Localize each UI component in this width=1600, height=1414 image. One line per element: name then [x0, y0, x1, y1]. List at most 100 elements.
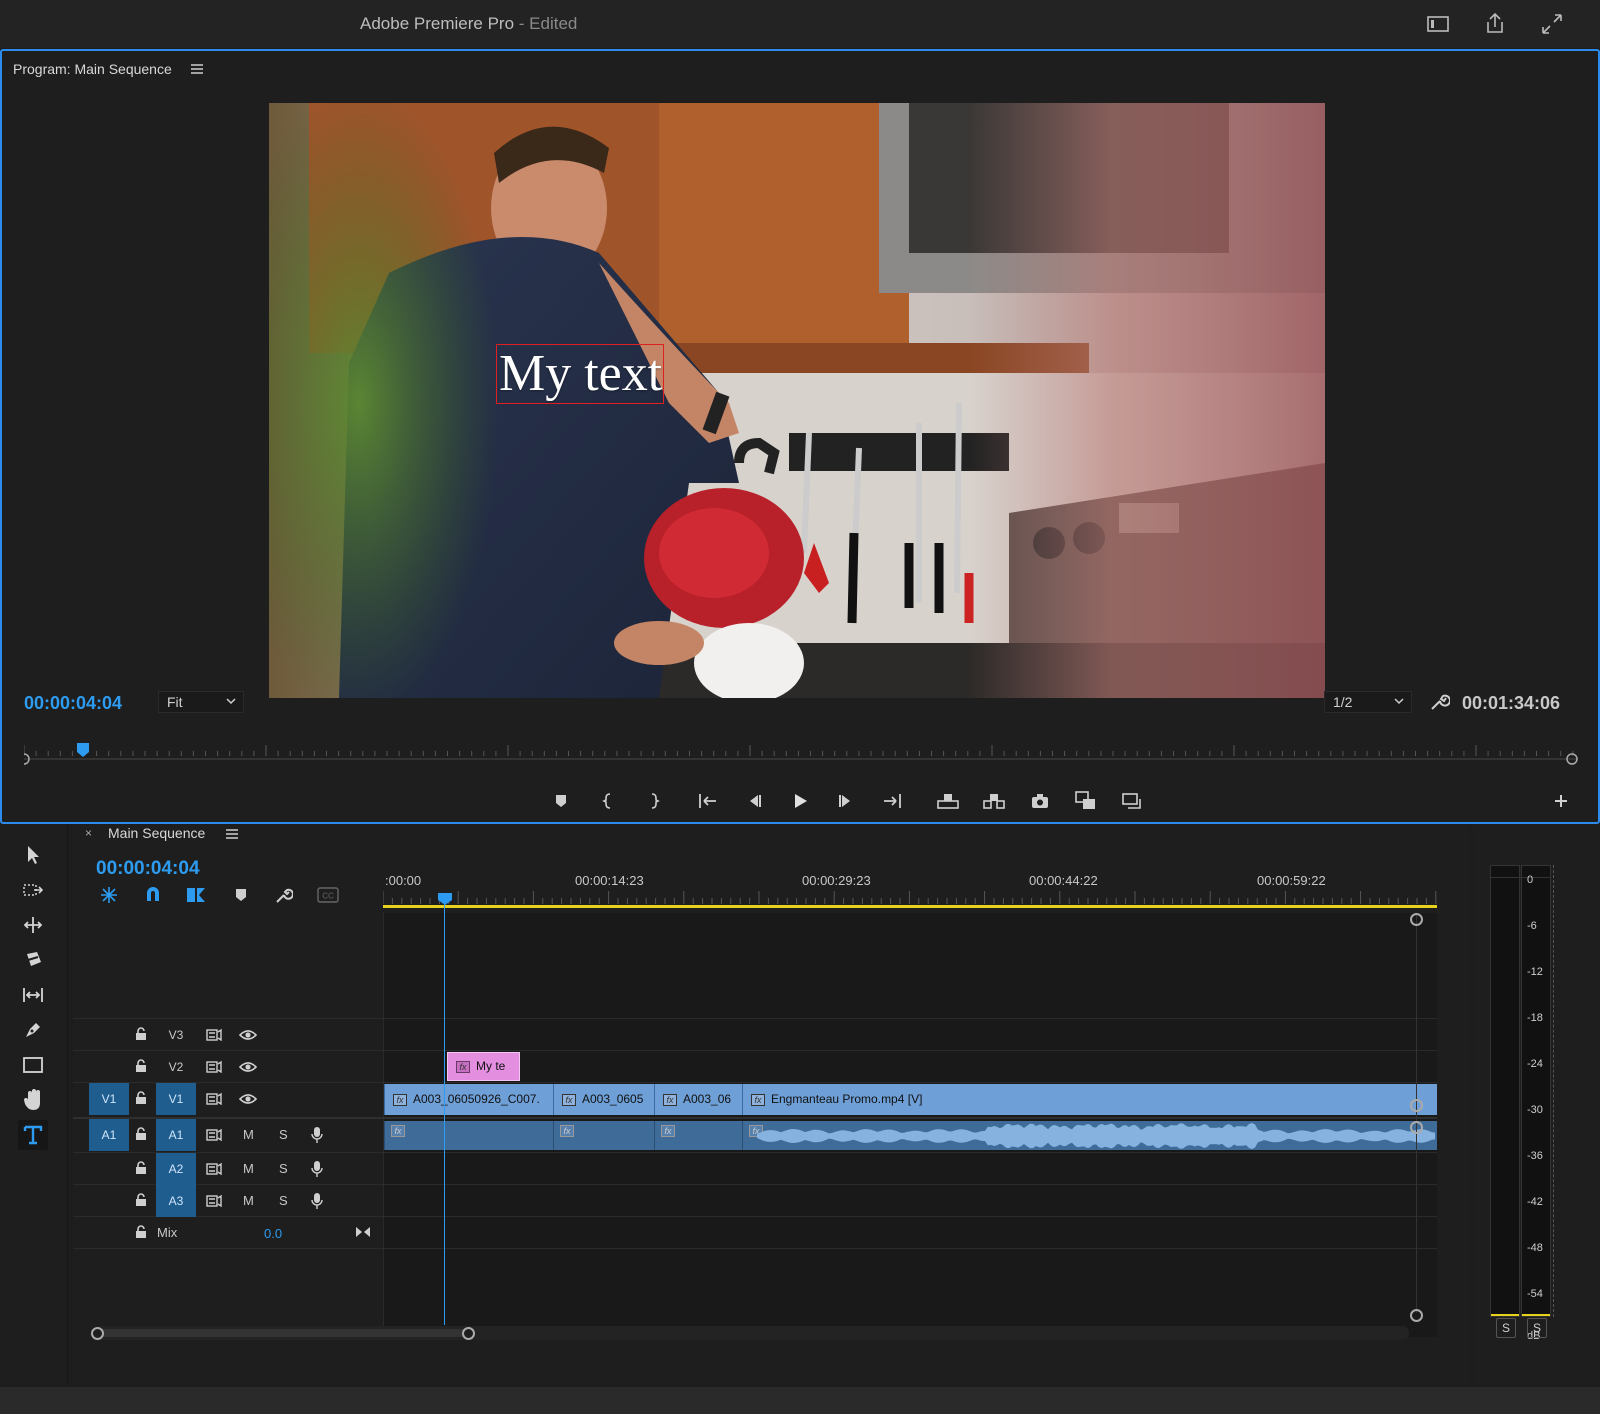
- timeline-ruler[interactable]: [383, 889, 1437, 911]
- solo-button[interactable]: S: [279, 1161, 288, 1176]
- lock-icon[interactable]: [135, 1027, 147, 1041]
- lock-icon[interactable]: [135, 1059, 147, 1073]
- multicam-toggle-icon[interactable]: [1118, 787, 1146, 815]
- pen-tool-icon[interactable]: [18, 1015, 48, 1045]
- audio-clip[interactable]: fx: [742, 1121, 1437, 1150]
- track-name[interactable]: A2: [156, 1153, 196, 1185]
- mix-end-icon[interactable]: [355, 1225, 371, 1239]
- title-clip[interactable]: fx My te: [447, 1052, 520, 1081]
- meter-solo-right-button[interactable]: S: [1527, 1318, 1547, 1338]
- share-export-icon[interactable]: [1481, 10, 1509, 38]
- selection-tool-icon[interactable]: [18, 840, 48, 870]
- go-to-out-icon[interactable]: [878, 787, 906, 815]
- extract-icon[interactable]: [980, 787, 1008, 815]
- mute-button[interactable]: M: [243, 1193, 254, 1208]
- video-clip[interactable]: fx A003_06050926_C007.: [384, 1084, 553, 1115]
- sync-lock-icon[interactable]: [206, 1194, 222, 1208]
- step-back-icon[interactable]: [740, 787, 768, 815]
- timeline-playhead[interactable]: [438, 893, 452, 905]
- zoom-handle-left[interactable]: [91, 1327, 104, 1340]
- scroll-handle-bottom[interactable]: [1410, 1309, 1423, 1322]
- sync-lock-icon[interactable]: [206, 1092, 222, 1106]
- scroll-handle-video[interactable]: [1410, 1099, 1423, 1112]
- snap-magnet-icon[interactable]: [143, 885, 163, 905]
- add-marker-icon[interactable]: [233, 887, 249, 903]
- eye-icon[interactable]: [239, 1060, 257, 1074]
- sync-lock-icon[interactable]: [206, 1162, 222, 1176]
- wrench-settings-icon[interactable]: [1428, 691, 1450, 713]
- track-name[interactable]: V3: [156, 1019, 196, 1051]
- track-name[interactable]: A1: [156, 1119, 196, 1151]
- eye-icon[interactable]: [239, 1092, 257, 1106]
- go-to-in-icon[interactable]: [694, 787, 722, 815]
- lock-icon[interactable]: [135, 1225, 147, 1239]
- comparison-view-icon[interactable]: [1072, 787, 1100, 815]
- lock-icon[interactable]: [135, 1127, 147, 1141]
- video-clip[interactable]: fx A003_06: [654, 1084, 742, 1115]
- sync-lock-icon[interactable]: [206, 1060, 222, 1074]
- hand-tool-icon[interactable]: [18, 1085, 48, 1115]
- type-tool-icon[interactable]: [18, 1120, 48, 1150]
- sync-lock-icon[interactable]: [206, 1128, 222, 1142]
- sync-lock-icon[interactable]: [206, 1028, 222, 1042]
- track-name[interactable]: A3: [156, 1185, 196, 1217]
- panel-menu-icon[interactable]: [225, 828, 239, 840]
- source-patch-a1[interactable]: A1: [89, 1119, 129, 1151]
- track-select-tool-icon[interactable]: [18, 875, 48, 905]
- lock-icon[interactable]: [135, 1193, 147, 1207]
- panel-menu-icon[interactable]: [190, 63, 204, 75]
- zoom-handle-right[interactable]: [462, 1327, 475, 1340]
- scroll-handle-top[interactable]: [1410, 913, 1423, 926]
- mark-in-icon[interactable]: [594, 787, 622, 815]
- captions-cc-icon[interactable]: CC: [317, 887, 339, 903]
- lock-icon[interactable]: [135, 1161, 147, 1175]
- close-tab-icon[interactable]: ×: [85, 826, 92, 840]
- mute-button[interactable]: M: [243, 1127, 254, 1142]
- vertical-scroll-track[interactable]: [1416, 913, 1417, 1313]
- text-layer-bounding-box[interactable]: My text: [496, 344, 664, 404]
- fullscreen-icon[interactable]: [1538, 10, 1566, 38]
- zoom-scrollbar-thumb[interactable]: [95, 1329, 473, 1337]
- slip-tool-icon[interactable]: [18, 980, 48, 1010]
- resolution-dropdown[interactable]: 1/2: [1324, 691, 1412, 713]
- program-playhead[interactable]: [77, 743, 89, 757]
- program-time-ruler[interactable]: [24, 743, 1578, 767]
- export-frame-camera-icon[interactable]: [1026, 787, 1054, 815]
- microphone-icon[interactable]: [311, 1126, 323, 1144]
- add-marker-icon[interactable]: [547, 787, 575, 815]
- eye-icon[interactable]: [239, 1028, 257, 1042]
- step-forward-icon[interactable]: [832, 787, 860, 815]
- source-patch-v1[interactable]: V1: [89, 1083, 129, 1115]
- timeline-timecode[interactable]: 00:00:04:04: [96, 858, 200, 880]
- mute-button[interactable]: M: [243, 1161, 254, 1176]
- razor-tool-icon[interactable]: [18, 945, 48, 975]
- ripple-edit-tool-icon[interactable]: [18, 910, 48, 940]
- lock-icon[interactable]: [135, 1091, 147, 1105]
- overlay-text[interactable]: My text: [499, 345, 662, 403]
- linked-selection-icon[interactable]: [185, 885, 207, 905]
- zoom-dropdown[interactable]: Fit: [158, 691, 244, 713]
- timeline-settings-wrench-icon[interactable]: [273, 885, 293, 905]
- audio-clip[interactable]: fx: [553, 1121, 654, 1150]
- solo-button[interactable]: S: [279, 1127, 288, 1142]
- play-icon[interactable]: [786, 787, 814, 815]
- microphone-icon[interactable]: [311, 1192, 323, 1210]
- audio-clip[interactable]: fx: [384, 1121, 553, 1150]
- audio-clip[interactable]: fx: [654, 1121, 742, 1150]
- nest-toggle-icon[interactable]: [99, 885, 119, 905]
- video-clip[interactable]: fx A003_0605: [553, 1084, 654, 1115]
- video-preview[interactable]: [269, 103, 1325, 698]
- track-name[interactable]: V1: [156, 1083, 196, 1115]
- track-name[interactable]: V2: [156, 1051, 196, 1083]
- rectangle-tool-icon[interactable]: [18, 1050, 48, 1080]
- workspace-panel-icon[interactable]: [1424, 10, 1452, 38]
- meter-solo-left-button[interactable]: S: [1496, 1318, 1516, 1338]
- microphone-icon[interactable]: [311, 1160, 323, 1178]
- button-editor-plus-icon[interactable]: [1547, 787, 1575, 815]
- scroll-handle-audio[interactable]: [1410, 1121, 1423, 1134]
- solo-button[interactable]: S: [279, 1193, 288, 1208]
- program-panel-title[interactable]: Program: Main Sequence: [13, 61, 172, 77]
- mark-out-icon[interactable]: [640, 787, 668, 815]
- playhead-timecode[interactable]: 00:00:04:04: [24, 693, 122, 714]
- lift-icon[interactable]: [934, 787, 962, 815]
